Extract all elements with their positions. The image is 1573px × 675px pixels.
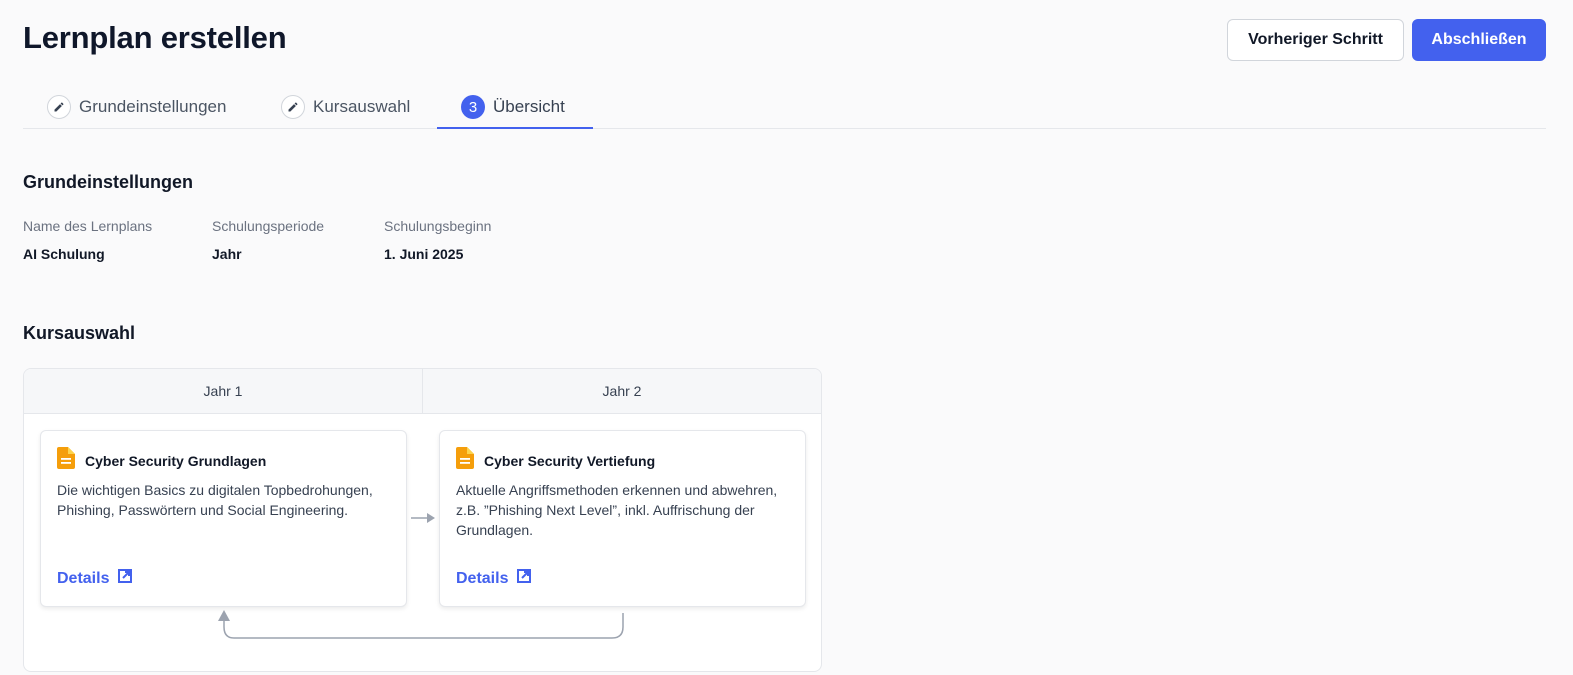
pencil-icon [281, 95, 305, 119]
pencil-icon [47, 95, 71, 119]
tab-label: Kursauswahl [313, 97, 411, 116]
course-description: Aktuelle Angriffsmethoden erkennen und a… [456, 482, 778, 538]
course-card: Cyber Security Grundlagen Die wichtigen … [40, 430, 407, 607]
course-card-header: Cyber Security Grundlagen [57, 447, 266, 474]
tab-uebersicht[interactable]: 3 Übersicht [461, 85, 565, 129]
courses-section-title: Kursauswahl [23, 323, 136, 343]
basics-section-title: Grundeinstellungen [23, 172, 194, 192]
training-period-value: Jahr [212, 246, 242, 262]
finish-button[interactable]: Abschließen [1412, 19, 1546, 61]
details-link-label: Details [456, 569, 509, 587]
year-1-header: Jahr 1 [203, 383, 243, 399]
document-icon [57, 447, 75, 474]
training-start-label: Schulungsbeginn [384, 218, 492, 234]
details-link-label: Details [57, 569, 110, 587]
course-card: Cyber Security Vertiefung Aktuelle Angri… [439, 430, 806, 607]
course-title: Cyber Security Grundlagen [85, 452, 267, 469]
step-number-badge: 3 [461, 95, 485, 119]
year-2-header: Jahr 2 [422, 369, 821, 413]
plan-name-label: Name des Lernplans [23, 218, 153, 234]
tab-kursauswahl[interactable]: Kursauswahl [281, 85, 410, 129]
previous-step-button[interactable]: Vorheriger Schritt [1227, 19, 1404, 61]
step-tabs: Grundeinstellungen Kursauswahl 3 Übersic… [23, 85, 1546, 129]
active-tab-indicator [437, 127, 593, 129]
details-link[interactable]: Details [57, 569, 133, 588]
page-header: Lernplan erstellen Vorheriger Schritt Ab… [23, 18, 1546, 62]
course-schedule-panel: Jahr 1 Jahr 2 Cyber Security Grundlagen … [23, 368, 822, 672]
tab-grundeinstellungen[interactable]: Grundeinstellungen [47, 85, 226, 129]
course-description: Die wichtigen Basics zu digitalen Topbed… [57, 482, 373, 518]
header-actions: Vorheriger Schritt Abschließen [1227, 19, 1546, 61]
tab-label: Übersicht [493, 97, 565, 116]
external-link-icon [517, 569, 532, 588]
page-title: Lernplan erstellen [23, 20, 287, 55]
tab-label: Grundeinstellungen [79, 97, 227, 116]
course-card-header: Cyber Security Vertiefung [456, 447, 655, 474]
course-title: Cyber Security Vertiefung [484, 452, 656, 469]
external-link-icon [118, 569, 133, 588]
plan-name-value: AI Schulung [23, 246, 105, 262]
training-start-value: 1. Juni 2025 [384, 246, 464, 262]
arrow-right-icon [411, 513, 435, 523]
loop-back-connector [218, 610, 624, 639]
year-header-row: Jahr 1 Jahr 2 [24, 369, 821, 414]
document-icon [456, 447, 474, 474]
training-period-label: Schulungsperiode [212, 218, 325, 234]
details-link[interactable]: Details [456, 569, 532, 588]
